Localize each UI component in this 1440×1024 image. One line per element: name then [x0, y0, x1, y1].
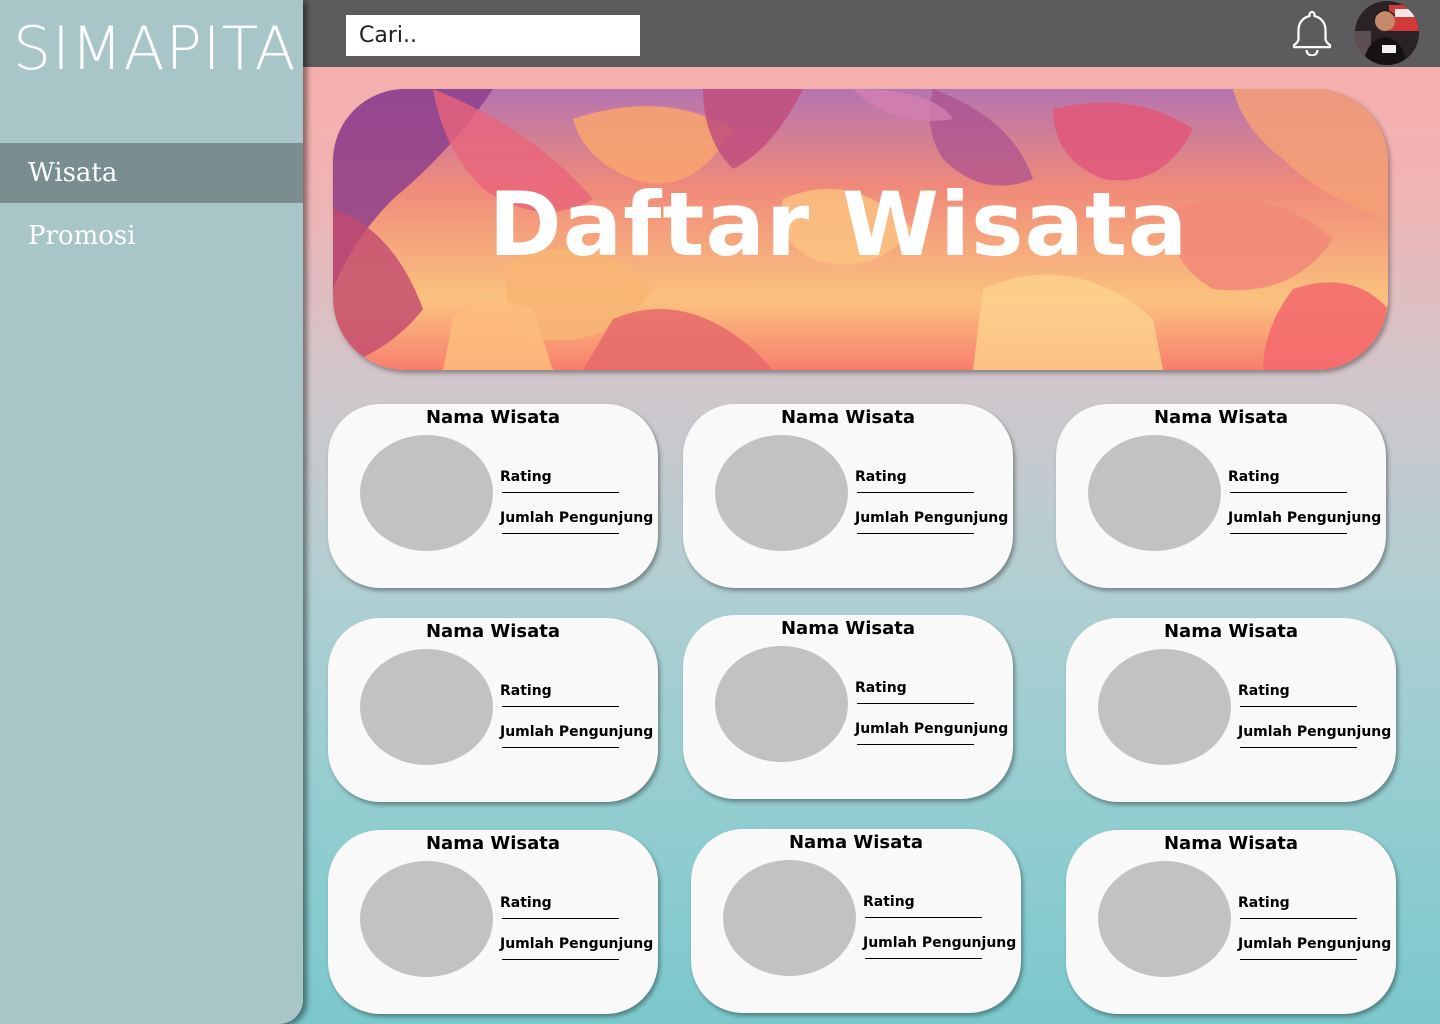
sidebar-item-label: Promosi: [28, 221, 136, 251]
rating-value-line: [857, 703, 974, 704]
rating-label: Rating: [855, 680, 907, 696]
card-image-placeholder: [715, 646, 848, 762]
card-image-placeholder: [1098, 649, 1231, 765]
card-title: Nama Wisata: [780, 407, 915, 428]
visitors-label: Jumlah Pengunjung: [863, 935, 1017, 951]
tourism-card[interactable]: Nama Wisata Rating Jumlah Pengunjung: [1056, 404, 1386, 588]
card-title: Nama Wisata: [1153, 407, 1288, 428]
tourism-card[interactable]: Nama Wisata Rating Jumlah Pengunjung: [683, 404, 1013, 588]
card-title: Nama Wisata: [425, 621, 560, 642]
rating-value-line: [857, 492, 974, 493]
rating-value-line: [502, 492, 619, 493]
visitors-value-line: [857, 533, 974, 534]
search-input[interactable]: [346, 15, 640, 56]
tourism-card[interactable]: Nama Wisata Rating Jumlah Pengunjung: [683, 615, 1013, 799]
rating-label: Rating: [500, 895, 552, 911]
card-title: Nama Wisata: [1163, 833, 1298, 854]
card-image-placeholder: [1098, 861, 1231, 977]
visitors-value-line: [1230, 533, 1347, 534]
visitors-value-line: [1240, 959, 1357, 960]
visitors-label: Jumlah Pengunjung: [500, 510, 654, 526]
rating-value-line: [1240, 918, 1357, 919]
card-title: Nama Wisata: [780, 618, 915, 639]
tourism-card[interactable]: Nama Wisata Rating Jumlah Pengunjung: [1066, 830, 1396, 1014]
rating-value-line: [865, 917, 982, 918]
user-avatar[interactable]: [1355, 1, 1419, 65]
visitors-value-line: [1240, 747, 1357, 748]
visitors-label: Jumlah Pengunjung: [1238, 724, 1392, 740]
sidebar: SIMAPITA Wisata Promosi: [0, 0, 303, 1024]
visitors-label: Jumlah Pengunjung: [500, 936, 654, 952]
bell-icon[interactable]: [1289, 8, 1335, 57]
card-title: Nama Wisata: [788, 832, 923, 853]
card-image-placeholder: [1088, 435, 1221, 551]
rating-label: Rating: [1238, 683, 1290, 699]
visitors-label: Jumlah Pengunjung: [855, 721, 1009, 737]
rating-label: Rating: [863, 894, 915, 910]
visitors-value-line: [502, 747, 619, 748]
tourism-card[interactable]: Nama Wisata Rating Jumlah Pengunjung: [328, 830, 658, 1014]
rating-value-line: [502, 918, 619, 919]
tourism-card[interactable]: Nama Wisata Rating Jumlah Pengunjung: [328, 618, 658, 802]
card-title: Nama Wisata: [425, 833, 560, 854]
top-bar: [303, 0, 1440, 67]
banner: Daftar Wisata: [333, 89, 1388, 370]
visitors-label: Jumlah Pengunjung: [1228, 510, 1382, 526]
card-title: Nama Wisata: [1163, 621, 1298, 642]
sidebar-item-label: Wisata: [28, 158, 118, 188]
page-title: Daftar Wisata: [488, 173, 1189, 276]
visitors-value-line: [857, 744, 974, 745]
tourism-card[interactable]: Nama Wisata Rating Jumlah Pengunjung: [691, 829, 1021, 1013]
card-image-placeholder: [360, 649, 493, 765]
tourism-card[interactable]: Nama Wisata Rating Jumlah Pengunjung: [328, 404, 658, 588]
sidebar-item-wisata[interactable]: Wisata: [0, 143, 303, 203]
rating-label: Rating: [500, 683, 552, 699]
visitors-value-line: [502, 959, 619, 960]
tourism-card[interactable]: Nama Wisata Rating Jumlah Pengunjung: [1066, 618, 1396, 802]
sidebar-item-promosi[interactable]: Promosi: [0, 206, 303, 266]
rating-value-line: [502, 706, 619, 707]
card-title: Nama Wisata: [425, 407, 560, 428]
visitors-label: Jumlah Pengunjung: [855, 510, 1009, 526]
rating-label: Rating: [500, 469, 552, 485]
visitors-label: Jumlah Pengunjung: [1238, 936, 1392, 952]
card-image-placeholder: [360, 861, 493, 977]
visitors-label: Jumlah Pengunjung: [500, 724, 654, 740]
rating-label: Rating: [1228, 469, 1280, 485]
card-image-placeholder: [723, 860, 856, 976]
card-image-placeholder: [360, 435, 493, 551]
rating-label: Rating: [1238, 895, 1290, 911]
visitors-value-line: [865, 958, 982, 959]
app-brand: SIMAPITA: [13, 14, 297, 84]
visitors-value-line: [502, 533, 619, 534]
card-image-placeholder: [715, 435, 848, 551]
rating-value-line: [1230, 492, 1347, 493]
rating-label: Rating: [855, 469, 907, 485]
rating-value-line: [1240, 706, 1357, 707]
